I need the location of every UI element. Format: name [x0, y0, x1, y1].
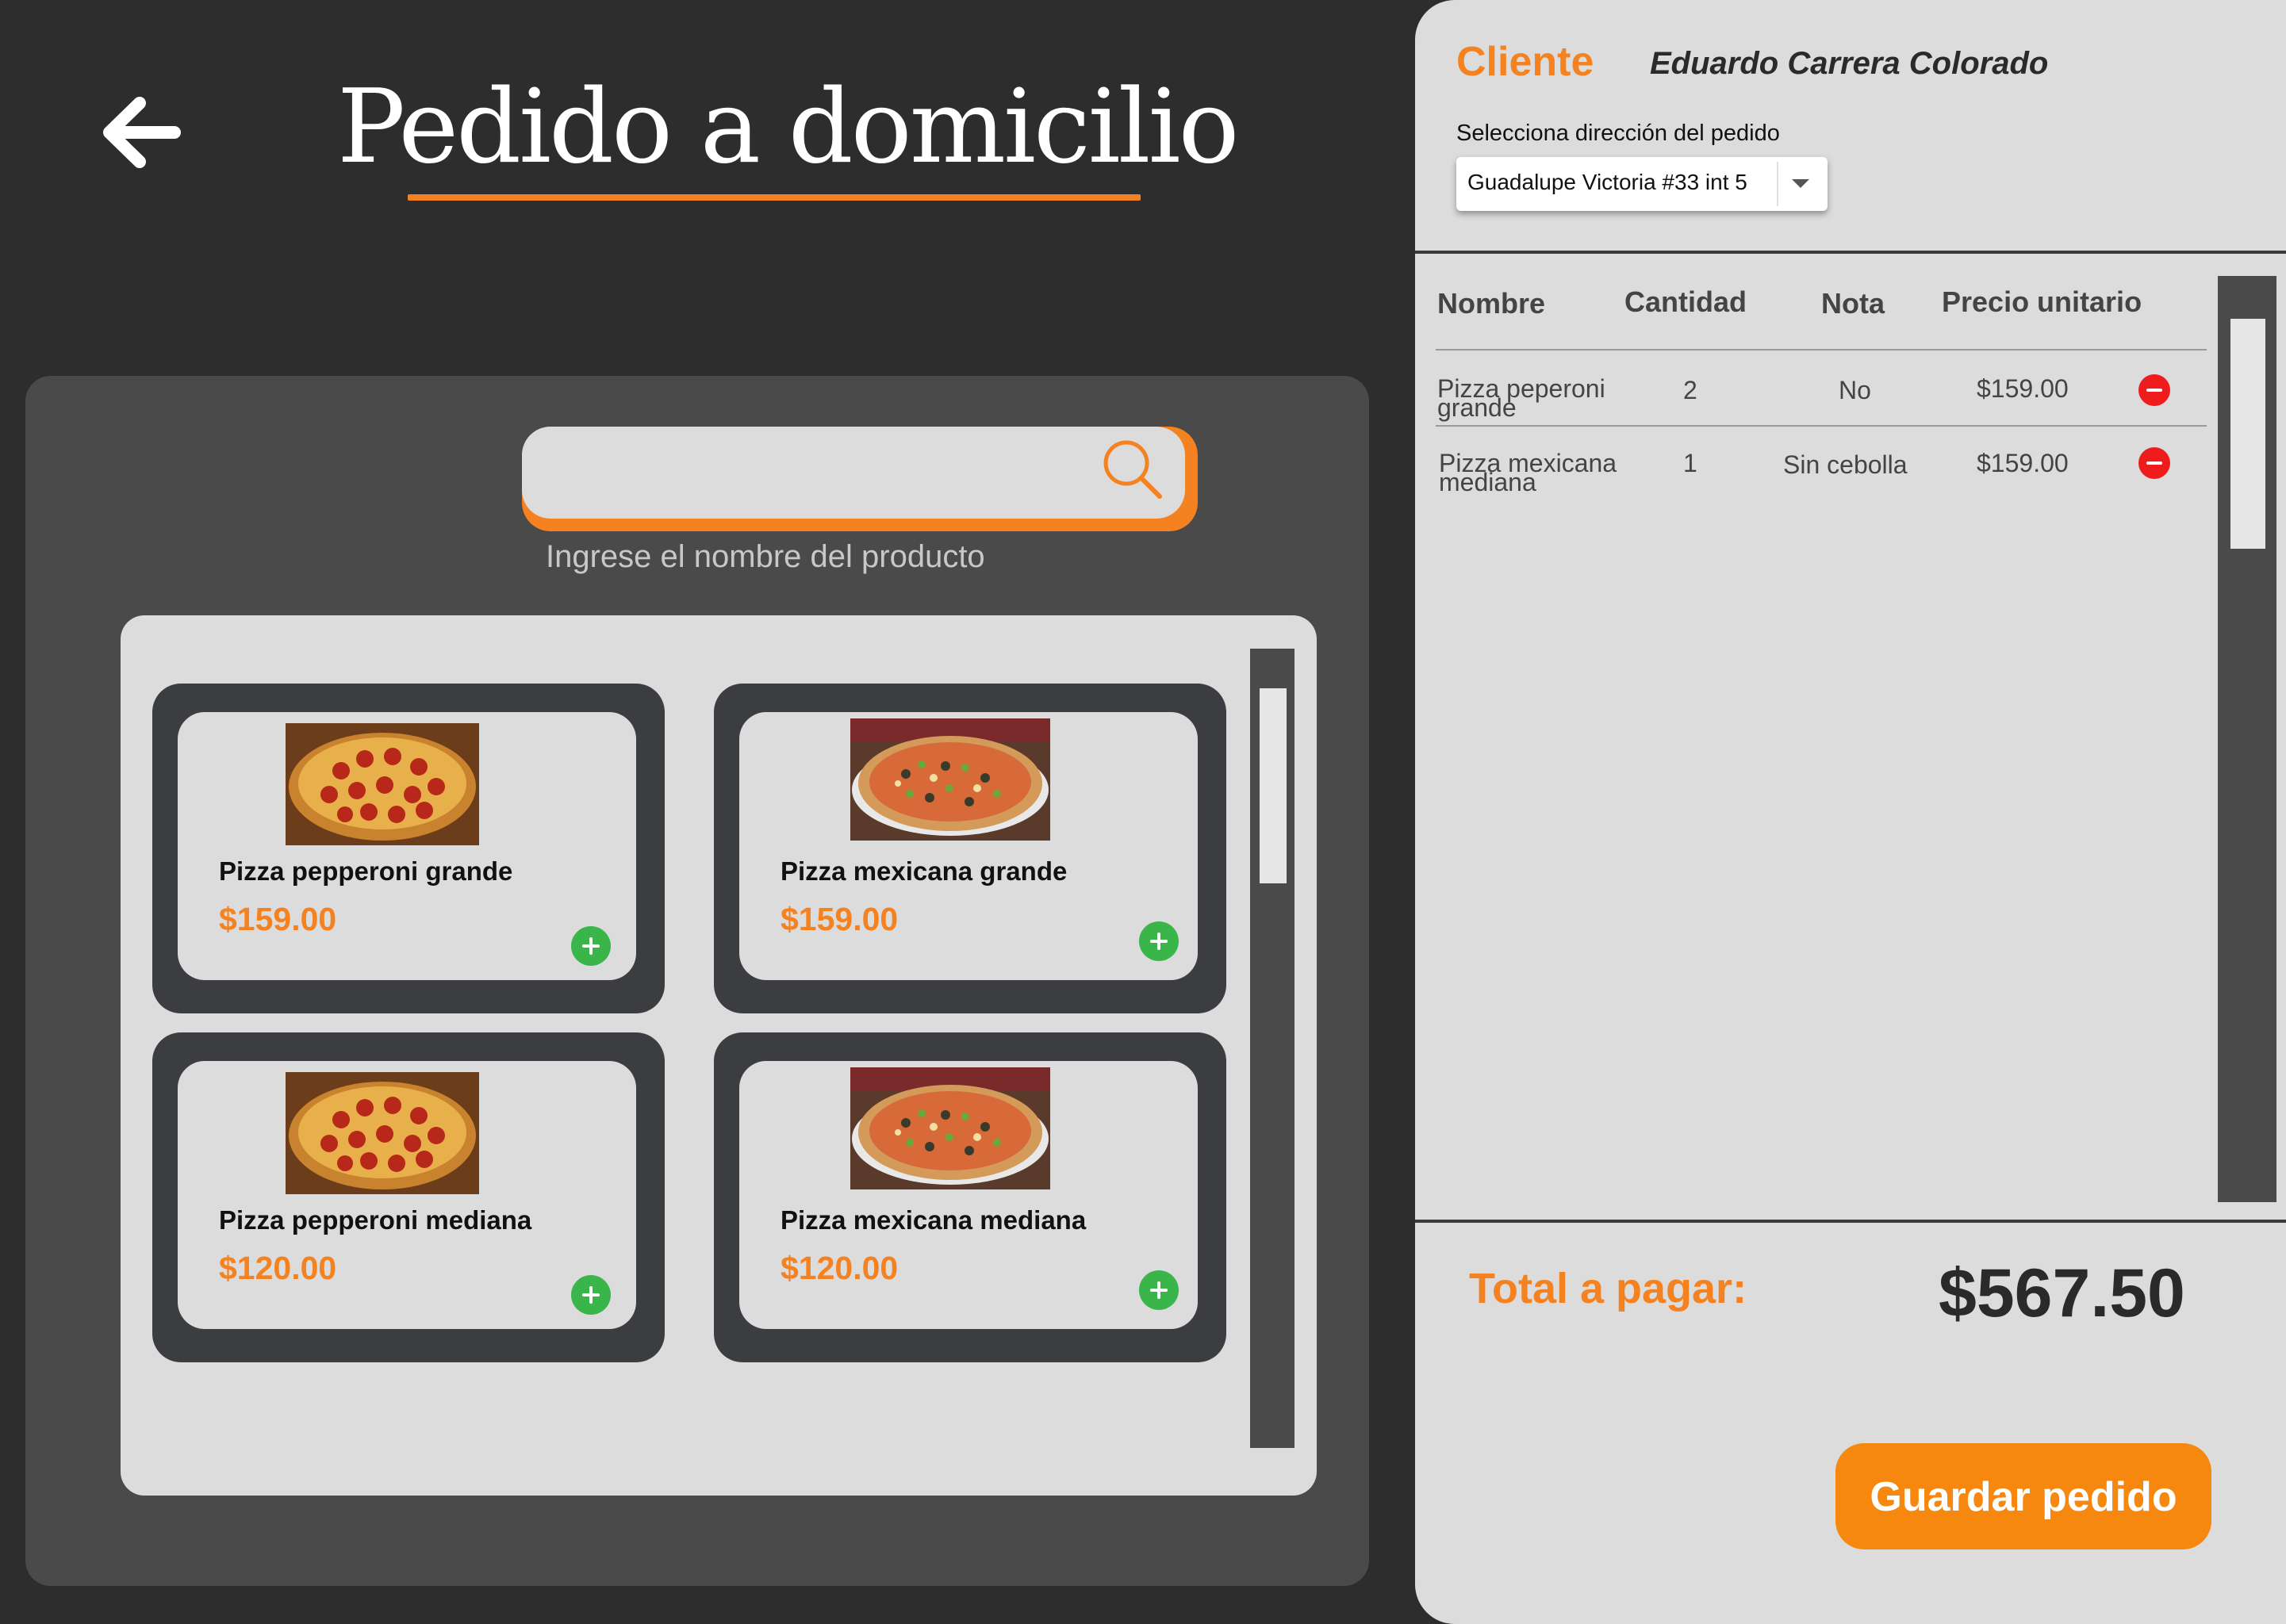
pepperoni-pizza-image	[286, 1072, 479, 1194]
search-hint: Ingrese el nombre del producto	[546, 539, 985, 574]
order-item-price: $159.00	[1977, 374, 2069, 403]
order-item-price: $159.00	[1977, 449, 2069, 477]
search-input[interactable]	[546, 441, 1104, 506]
total-label: Total a pagar:	[1469, 1265, 1747, 1312]
page-title: Pedido a domicilio	[337, 68, 1240, 186]
remove-item-button[interactable]	[2138, 374, 2170, 406]
product-name: Pizza mexicana grande	[781, 856, 1068, 886]
total-value: $567.50	[1939, 1255, 2185, 1331]
product-name: Pizza pepperoni mediana	[219, 1205, 532, 1235]
order-item-quantity: 2	[1683, 376, 1697, 404]
client-label: Cliente	[1456, 39, 1594, 85]
table-header-line	[1436, 349, 2207, 350]
order-item-note: No	[1839, 376, 1871, 404]
arrow-left-icon	[103, 97, 181, 168]
product-scrollbar-thumb[interactable]	[1260, 688, 1287, 883]
add-product-button[interactable]	[1139, 921, 1179, 961]
client-name: Eduardo Carrera Colorado	[1650, 46, 2049, 81]
product-card-body[interactable]: Pizza pepperoni mediana $120.00	[178, 1061, 636, 1329]
address-label: Selecciona dirección del pedido	[1456, 121, 1780, 146]
product-price: $120.00	[781, 1250, 899, 1286]
dropdown-divider	[1777, 162, 1778, 206]
save-order-label: Guardar pedido	[1870, 1474, 2177, 1520]
order-panel: Cliente Eduardo Carrera Colorado Selecci…	[1415, 0, 2286, 1624]
product-name: Pizza pepperoni grande	[219, 856, 513, 886]
product-name: Pizza mexicana mediana	[781, 1205, 1087, 1235]
table-row-line	[1436, 425, 2207, 427]
product-card-body[interactable]: Pizza mexicana mediana $120.00	[739, 1061, 1198, 1329]
column-header-nombre: Nombre	[1437, 287, 1546, 320]
address-dropdown[interactable]: Guadalupe Victoria #33 int 5	[1456, 157, 1828, 211]
product-price: $159.00	[219, 901, 337, 937]
product-card: Pizza mexicana grande $159.00	[714, 684, 1226, 1013]
address-value: Guadalupe Victoria #33 int 5	[1467, 170, 1747, 194]
product-card: Pizza pepperoni mediana $120.00	[152, 1032, 665, 1362]
order-item-quantity: 1	[1683, 449, 1697, 477]
order-item-note: Sin cebolla	[1783, 450, 1908, 479]
product-card: Pizza pepperoni grande $159.00	[152, 684, 665, 1013]
product-card: Pizza mexicana mediana $120.00	[714, 1032, 1226, 1362]
search-icon[interactable]	[1098, 435, 1169, 506]
chevron-down-icon	[1792, 179, 1809, 188]
search-box	[522, 427, 1185, 519]
product-price: $120.00	[219, 1250, 337, 1286]
add-product-button[interactable]	[571, 1275, 611, 1315]
column-header-precio: Precio unitario	[1942, 285, 2142, 318]
divider	[1415, 251, 2286, 254]
column-header-cantidad: Cantidad	[1624, 285, 1747, 318]
product-card-body[interactable]: Pizza pepperoni grande $159.00	[178, 712, 636, 980]
column-header-nota: Nota	[1821, 287, 1885, 320]
add-product-button[interactable]	[1139, 1270, 1179, 1310]
divider	[1415, 1220, 2286, 1223]
order-item-name: Pizza mexicana mediana	[1439, 449, 1617, 496]
title-underline	[408, 194, 1141, 201]
product-card-body[interactable]: Pizza mexicana grande $159.00	[739, 712, 1198, 980]
mexicana-pizza-image	[850, 1067, 1050, 1189]
order-item-name: Pizza peperoni grande	[1437, 374, 1605, 422]
back-button[interactable]	[95, 89, 182, 176]
save-order-button[interactable]: Guardar pedido	[1835, 1443, 2211, 1549]
add-product-button[interactable]	[571, 926, 611, 966]
product-price: $159.00	[781, 901, 899, 937]
remove-item-button[interactable]	[2138, 447, 2170, 479]
pepperoni-pizza-image	[286, 723, 479, 845]
order-scrollbar-thumb[interactable]	[2230, 319, 2265, 549]
mexicana-pizza-image	[850, 718, 1050, 841]
